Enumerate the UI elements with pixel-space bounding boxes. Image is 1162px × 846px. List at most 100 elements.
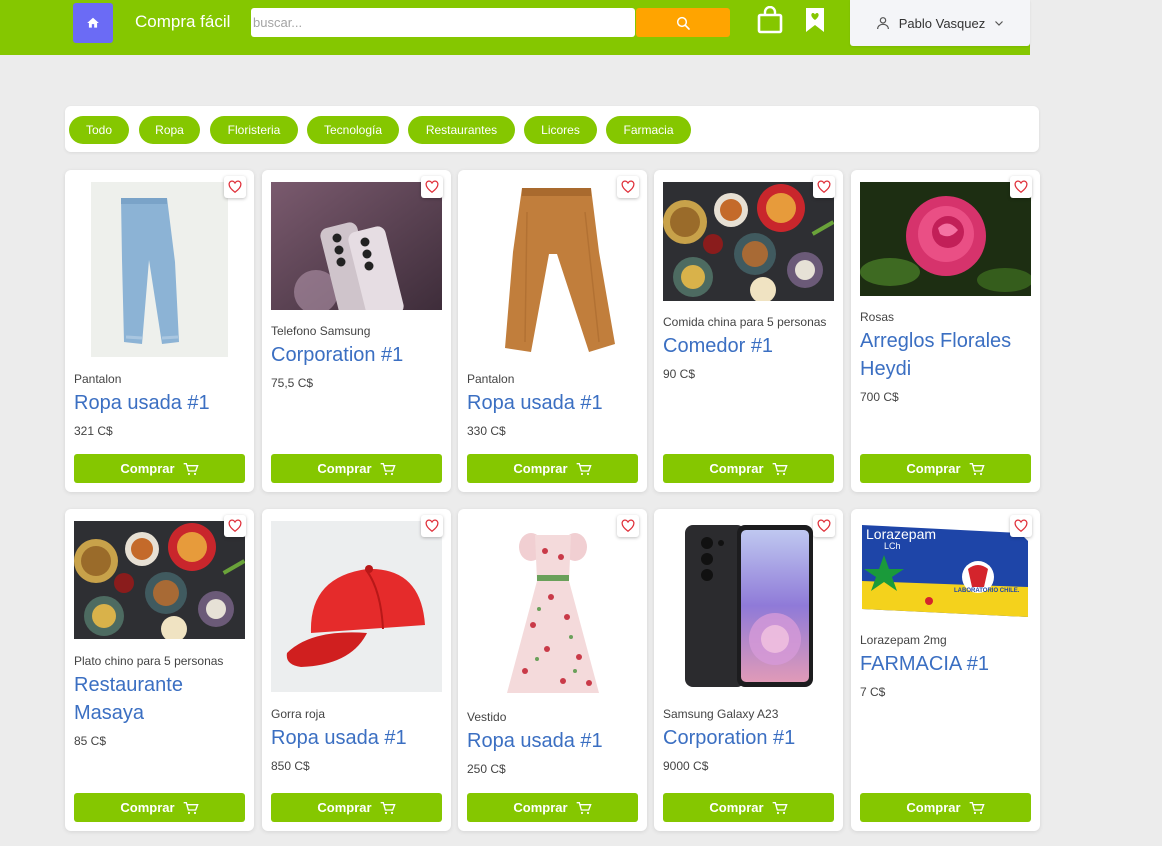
home-button[interactable] [73, 3, 113, 43]
heart-icon [228, 180, 242, 194]
category-chip-tecnologia[interactable]: Tecnología [307, 116, 399, 144]
favorite-button[interactable] [421, 176, 443, 198]
heart-icon [425, 519, 439, 533]
product-name: Lorazepam 2mg [860, 633, 947, 647]
store-link[interactable]: Ropa usada #1 [74, 389, 249, 417]
cart-icon [380, 801, 396, 814]
store-link[interactable]: FARMACIA #1 [860, 650, 1035, 678]
search-icon [676, 16, 690, 30]
buy-button[interactable]: Comprar [74, 454, 245, 483]
product-image [467, 521, 638, 696]
buy-button-label: Comprar [513, 800, 568, 815]
brand-title: Compra fácil [135, 12, 231, 31]
cart-icon [576, 801, 592, 814]
store-link[interactable]: Arreglos Florales Heydi [860, 327, 1035, 383]
favorite-button[interactable] [1010, 176, 1032, 198]
product-name: Plato chino para 5 personas [74, 654, 224, 668]
product-price: 75,5 C$ [271, 376, 314, 390]
buy-button[interactable]: Comprar [467, 793, 638, 822]
heart-icon [228, 519, 242, 533]
user-menu-button[interactable]: Pablo Vasquez [850, 0, 1030, 46]
buy-button-label: Comprar [317, 461, 372, 476]
buy-button[interactable]: Comprar [271, 454, 442, 483]
user-icon [876, 17, 889, 30]
product-card: Vestido Ropa usada #1 250 C$ Comprar [458, 509, 647, 831]
product-name: Telefono Samsung [271, 324, 371, 338]
product-image [271, 521, 442, 692]
chevron-down-icon [995, 21, 1004, 26]
product-card: Rosas Arreglos Florales Heydi 700 C$ Com… [851, 170, 1040, 492]
category-chip-restaurantes[interactable]: Restaurantes [408, 116, 515, 144]
product-image [74, 182, 245, 357]
heart-icon [1014, 180, 1028, 194]
favorite-button[interactable] [1010, 515, 1032, 537]
heart-icon [817, 519, 831, 533]
heart-icon [621, 519, 635, 533]
cart-icon [183, 801, 199, 814]
category-chip-ropa[interactable]: Ropa [139, 116, 200, 144]
product-image [467, 182, 638, 357]
buy-button[interactable]: Comprar [74, 793, 245, 822]
search-input[interactable] [251, 8, 635, 37]
search-button[interactable] [636, 8, 730, 37]
store-link[interactable]: Ropa usada #1 [467, 727, 642, 755]
store-link[interactable]: Comedor #1 [663, 332, 838, 360]
buy-button-label: Comprar [709, 800, 764, 815]
cart-icon [772, 462, 788, 475]
favorite-button[interactable] [813, 176, 835, 198]
product-price: 250 C$ [467, 762, 506, 776]
product-image [663, 182, 834, 301]
store-link[interactable]: Restaurante Masaya [74, 671, 249, 727]
store-link[interactable]: Ropa usada #1 [271, 724, 446, 752]
category-chip-farmacia[interactable]: Farmacia [606, 116, 691, 144]
heart-icon [425, 180, 439, 194]
product-name: Gorra roja [271, 707, 326, 721]
category-chip-licores[interactable]: Licores [524, 116, 597, 144]
buy-button[interactable]: Comprar [860, 454, 1031, 483]
favorite-button[interactable] [617, 176, 639, 198]
cart-icon [183, 462, 199, 475]
product-card: Lorazepam LCh LABORATORIO CHILE. Lorazep… [851, 509, 1040, 831]
product-price: 85 C$ [74, 734, 107, 748]
store-link[interactable]: Corporation #1 [271, 341, 446, 369]
buy-button-label: Comprar [513, 461, 568, 476]
store-link[interactable]: Corporation #1 [663, 724, 838, 752]
product-price: 321 C$ [74, 424, 113, 438]
buy-button-label: Comprar [906, 800, 961, 815]
product-price: 90 C$ [663, 367, 696, 381]
product-image [271, 182, 442, 310]
top-bar-gap [1030, 0, 1162, 55]
store-link[interactable]: Ropa usada #1 [467, 389, 642, 417]
product-card: Pantalon Ropa usada #1 321 C$ Comprar [65, 170, 254, 492]
packaging-brand: Lorazepam [866, 526, 937, 542]
product-name: Pantalon [74, 372, 122, 386]
buy-button[interactable]: Comprar [663, 454, 834, 483]
cart-icon [380, 462, 396, 475]
heart-icon [621, 180, 635, 194]
favorite-button[interactable] [224, 176, 246, 198]
buy-button-label: Comprar [317, 800, 372, 815]
heart-icon [817, 180, 831, 194]
favorite-button[interactable] [224, 515, 246, 537]
buy-button[interactable]: Comprar [271, 793, 442, 822]
buy-button-label: Comprar [709, 461, 764, 476]
favorites-button[interactable] [804, 6, 826, 34]
favorite-button[interactable] [421, 515, 443, 537]
product-price: 700 C$ [860, 390, 899, 404]
favorite-button[interactable] [813, 515, 835, 537]
category-chip-floristeria[interactable]: Floristeria [210, 116, 298, 144]
buy-button-label: Comprar [120, 461, 175, 476]
product-image: Lorazepam LCh LABORATORIO CHILE. [860, 521, 1031, 619]
product-image [860, 182, 1031, 296]
favorite-button[interactable] [617, 515, 639, 537]
buy-button[interactable]: Comprar [663, 793, 834, 822]
product-name: Pantalon [467, 372, 515, 386]
product-name: Comida china para 5 personas [663, 315, 827, 329]
buy-button[interactable]: Comprar [860, 793, 1031, 822]
buy-button[interactable]: Comprar [467, 454, 638, 483]
heart-icon [1014, 519, 1028, 533]
category-chip-todo[interactable]: Todo [69, 116, 129, 144]
cart-icon [969, 801, 985, 814]
cart-bag-button[interactable] [757, 5, 783, 34]
product-card: Samsung Galaxy A23 Corporation #1 9000 C… [654, 509, 843, 831]
